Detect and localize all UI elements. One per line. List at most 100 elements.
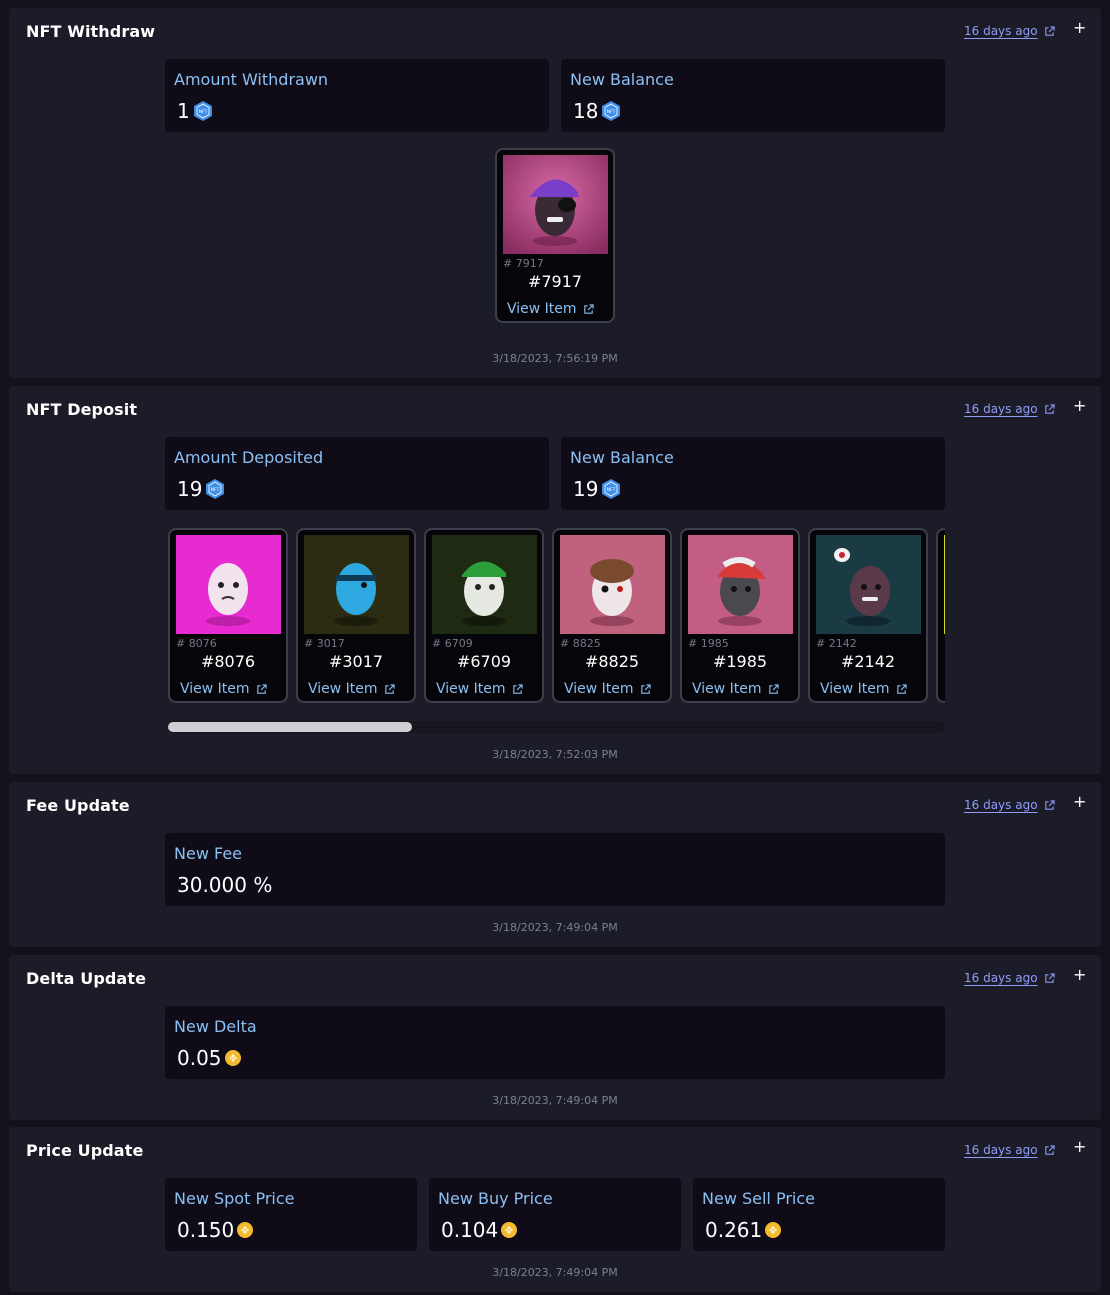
view-item-text: View Item — [180, 681, 250, 697]
stat-label: Amount Deposited — [174, 448, 324, 467]
external-link-icon — [1044, 972, 1055, 983]
svg-text:NFT: NFT — [607, 109, 616, 115]
stat-label: New Fee — [174, 844, 242, 863]
view-item-link[interactable]: View Item — [820, 681, 907, 697]
stat-number: 0.05 — [177, 1046, 222, 1070]
stat-label: New Sell Price — [702, 1189, 815, 1208]
view-item-link[interactable]: View Item — [436, 681, 523, 697]
time-ago-text: 16 days ago — [964, 971, 1038, 985]
nft-avatar-art — [688, 535, 793, 634]
stat-value: 0.150 — [177, 1218, 254, 1242]
fee-update-card: Fee Update 16 days ago + New Fee 30.000 … — [9, 782, 1101, 947]
external-link-icon — [1044, 25, 1055, 36]
stat-number: 18 — [573, 99, 599, 123]
time-ago-link[interactable]: 16 days ago — [964, 24, 1055, 38]
nft-card[interactable]: # 8076 #8076 View Item — [168, 528, 288, 703]
stat-label: New Balance — [570, 70, 674, 89]
time-ago-link[interactable]: 16 days ago — [964, 402, 1055, 416]
bnb-coin-icon — [224, 1050, 241, 1066]
delta-update-card: Delta Update 16 days ago + New Delta 0.0… — [9, 955, 1101, 1120]
nft-name: #7917 — [527, 272, 583, 291]
svg-text:NFT: NFT — [211, 487, 220, 493]
view-item-link[interactable]: View Item — [180, 681, 267, 697]
stat-value: 19 NFT — [177, 477, 225, 501]
nft-avatar-art — [503, 155, 608, 254]
card-title: NFT Withdraw — [26, 22, 156, 41]
view-item-link[interactable]: View Item — [692, 681, 779, 697]
nft-name: #1985 — [712, 652, 768, 671]
nft-id-small: # 8076 — [176, 637, 217, 650]
nft-image — [176, 535, 281, 634]
nft-name: #3017 — [328, 652, 384, 671]
nft-id-small: # 2142 — [816, 637, 857, 650]
event-timestamp: 3/18/2023, 7:49:04 PM — [492, 921, 618, 934]
stat-label: Amount Withdrawn — [174, 70, 329, 89]
scrollbar-thumb[interactable] — [168, 722, 412, 732]
expand-plus-icon[interactable]: + — [1073, 792, 1086, 811]
nft-card[interactable]: # 1985 #1985 View Item — [680, 528, 800, 703]
nft-id-small: # 1985 — [688, 637, 729, 650]
nft-card[interactable]: # 7917 #7917 View Item — [495, 148, 615, 323]
external-link-icon — [256, 683, 267, 694]
time-ago-link[interactable]: 16 days ago — [964, 1143, 1055, 1157]
stat-value: 0.261 — [705, 1218, 782, 1242]
external-link-icon — [1044, 403, 1055, 414]
event-timestamp: 3/18/2023, 7:49:04 PM — [492, 1266, 618, 1279]
nft-hex-icon: NFT — [193, 101, 212, 121]
card-title: Price Update — [26, 1141, 144, 1160]
new-fee-box: New Fee 30.000 % — [165, 833, 945, 906]
stat-label: New Spot Price — [174, 1189, 295, 1208]
stat-label: New Buy Price — [438, 1189, 553, 1208]
time-ago-text: 16 days ago — [964, 798, 1038, 812]
stat-number: 0.261 — [705, 1218, 763, 1242]
view-item-text: View Item — [308, 681, 378, 697]
new-delta-box: New Delta 0.05 — [165, 1006, 945, 1079]
nft-hex-icon: NFT — [602, 101, 621, 121]
nft-image — [432, 535, 537, 634]
expand-plus-icon[interactable]: + — [1073, 1137, 1086, 1156]
stat-number: 19 — [177, 477, 203, 501]
external-link-icon — [1044, 1144, 1055, 1155]
stat-number: 1 — [177, 99, 190, 123]
time-ago-link[interactable]: 16 days ago — [964, 971, 1055, 985]
nft-image — [816, 535, 921, 634]
view-item-text: View Item — [564, 681, 634, 697]
nft-image — [560, 535, 665, 634]
nft-image — [944, 535, 945, 634]
time-ago-text: 16 days ago — [964, 402, 1038, 416]
expand-plus-icon[interactable]: + — [1073, 18, 1086, 37]
stat-number: 30.000 % — [177, 873, 273, 897]
nft-avatar-art — [176, 535, 281, 634]
nft-card[interactable]: # 6709 #6709 View Item — [424, 528, 544, 703]
nft-avatar-art — [304, 535, 409, 634]
new-sell-price-box: New Sell Price 0.261 — [693, 1178, 945, 1251]
amount-deposited-box: Amount Deposited 19 NFT — [165, 437, 549, 510]
nft-card-partial[interactable] — [936, 528, 945, 703]
view-item-link[interactable]: View Item — [564, 681, 651, 697]
amount-withdrawn-box: Amount Withdrawn 1 NFT — [165, 59, 549, 132]
nft-card[interactable]: # 3017 #3017 View Item — [296, 528, 416, 703]
view-item-link[interactable]: View Item — [507, 301, 594, 317]
view-item-link[interactable]: View Item — [308, 681, 395, 697]
external-link-icon — [1044, 799, 1055, 810]
price-update-card: Price Update 16 days ago + New Spot Pric… — [9, 1127, 1101, 1292]
nft-card[interactable]: # 8825 #8825 View Item — [552, 528, 672, 703]
nft-card[interactable]: # 2142 #2142 View Item — [808, 528, 928, 703]
expand-plus-icon[interactable]: + — [1073, 965, 1086, 984]
nft-id-small: # 7917 — [503, 257, 544, 270]
nft-hex-icon: NFT — [602, 479, 621, 499]
nft-name: #8076 — [200, 652, 256, 671]
nft-scroll-row[interactable]: # 8076 #8076 View Item # 3017 #3017 View… — [168, 528, 945, 706]
stat-label: New Balance — [570, 448, 674, 467]
horizontal-scrollbar[interactable] — [168, 721, 945, 733]
svg-text:NFT: NFT — [607, 487, 616, 493]
stat-number: 0.150 — [177, 1218, 235, 1242]
stat-value: 30.000 % — [177, 873, 272, 897]
nft-name: #8825 — [584, 652, 640, 671]
nft-image — [304, 535, 409, 634]
time-ago-link[interactable]: 16 days ago — [964, 798, 1055, 812]
expand-plus-icon[interactable]: + — [1073, 396, 1086, 415]
nft-image — [688, 535, 793, 634]
bnb-coin-icon — [237, 1222, 254, 1238]
stat-label: New Delta — [174, 1017, 257, 1036]
